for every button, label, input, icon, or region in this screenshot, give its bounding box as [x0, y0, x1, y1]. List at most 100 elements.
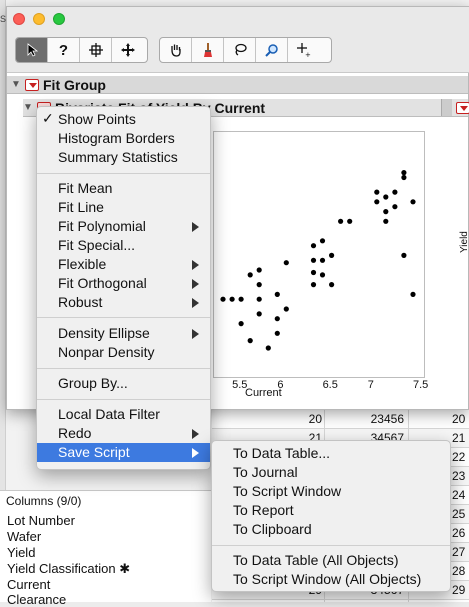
data-point[interactable]	[274, 316, 280, 322]
table-cell-extra[interactable]: 29	[452, 583, 469, 597]
data-point[interactable]	[256, 311, 262, 317]
menu-item-fit-special[interactable]: Fit Special...	[37, 236, 210, 255]
data-point[interactable]	[319, 272, 326, 278]
menu-item-fit-orthogonal[interactable]: Fit Orthogonal	[37, 274, 210, 293]
data-point[interactable]	[265, 345, 271, 351]
data-point[interactable]	[329, 282, 335, 288]
data-point[interactable]	[310, 257, 317, 263]
help-tool-icon[interactable]: ?	[48, 38, 80, 62]
minimize-window-button[interactable]	[33, 13, 45, 25]
table-cell-row-number[interactable]: 20	[252, 412, 322, 426]
data-point[interactable]	[392, 189, 398, 195]
data-point[interactable]	[229, 296, 235, 302]
table-cell-value[interactable]: 23456	[330, 412, 404, 426]
data-point[interactable]	[410, 199, 416, 205]
data-point[interactable]	[401, 170, 407, 176]
data-point[interactable]	[374, 189, 380, 195]
menu-item-save-script[interactable]: Save Script	[37, 443, 210, 462]
data-point[interactable]	[274, 330, 280, 336]
column-item-wafer[interactable]: Wafer	[7, 529, 41, 544]
data-point[interactable]	[401, 174, 407, 181]
data-point[interactable]	[374, 199, 380, 205]
brush-tool-icon[interactable]	[192, 38, 224, 62]
menu-item-histogram-borders[interactable]: Histogram Borders	[37, 129, 210, 148]
submenu-item-to-data-table[interactable]: To Data Table...	[233, 445, 330, 461]
move-tool-icon[interactable]	[112, 38, 144, 62]
data-point[interactable]	[338, 218, 344, 224]
data-point[interactable]	[319, 257, 326, 263]
zoom-window-button[interactable]	[53, 13, 65, 25]
red-triangle-menu-icon[interactable]	[25, 79, 39, 91]
menu-item-flexible[interactable]: Flexible	[37, 255, 210, 274]
table-row[interactable]: 20 23456 20	[212, 410, 469, 429]
menu-item-fit-polynomial[interactable]: Fit Polynomial	[37, 217, 210, 236]
lasso-tool-icon[interactable]	[224, 38, 256, 62]
column-item-yield-classification[interactable]: Yield Classification ✱	[7, 561, 130, 577]
disclosure-triangle-icon[interactable]: ▼	[23, 102, 33, 113]
column-item-clearance[interactable]: Clearance	[7, 592, 66, 607]
column-item-yield[interactable]: Yield	[7, 545, 35, 560]
close-window-button[interactable]	[13, 13, 25, 25]
table-cell-extra[interactable]: 24	[452, 488, 469, 502]
data-point[interactable]	[310, 243, 317, 249]
data-point[interactable]	[283, 260, 289, 266]
data-point[interactable]	[383, 218, 389, 224]
table-cell-extra[interactable]: 20	[452, 412, 469, 426]
submenu-item-to-script-window[interactable]: To Script Window	[233, 483, 341, 499]
data-point[interactable]	[256, 296, 262, 302]
data-point[interactable]	[392, 204, 398, 210]
data-point[interactable]	[247, 272, 253, 278]
menu-item-summary-statistics[interactable]: Summary Statistics	[37, 148, 210, 167]
data-point[interactable]	[310, 282, 317, 288]
menu-item-fit-line[interactable]: Fit Line	[37, 198, 210, 217]
data-point[interactable]	[383, 209, 389, 215]
table-cell-extra[interactable]: 26	[452, 526, 469, 540]
red-triangle-menu-icon[interactable]	[456, 102, 469, 114]
submenu-item-to-journal[interactable]: To Journal	[233, 464, 298, 480]
data-point[interactable]	[283, 306, 289, 312]
data-point[interactable]	[347, 218, 353, 224]
submenu-item-to-script-window-all[interactable]: To Script Window (All Objects)	[233, 571, 421, 587]
crosshair-tool-icon[interactable]	[80, 38, 112, 62]
menu-item-group-by[interactable]: Group By...	[37, 374, 210, 393]
magnifier-tool-icon[interactable]	[256, 38, 288, 62]
data-point[interactable]	[247, 338, 253, 344]
data-point[interactable]	[256, 267, 262, 273]
data-point[interactable]	[310, 269, 317, 276]
data-point[interactable]	[238, 296, 244, 302]
menu-item-density-ellipse[interactable]: Density Ellipse	[37, 324, 210, 343]
table-cell-extra[interactable]: 25	[452, 507, 469, 521]
table-cell-extra[interactable]: 27	[452, 545, 469, 559]
table-cell-extra[interactable]: 22	[452, 450, 469, 464]
disclosure-triangle-icon[interactable]: ▼	[11, 79, 21, 90]
table-cell-extra[interactable]: 23	[452, 469, 469, 483]
data-point[interactable]	[274, 291, 280, 297]
data-point[interactable]	[319, 238, 326, 244]
columns-header[interactable]: Columns (9/0)	[6, 494, 81, 508]
submenu-item-to-data-table-all[interactable]: To Data Table (All Objects)	[233, 552, 398, 568]
data-point[interactable]	[238, 321, 244, 327]
data-point[interactable]	[383, 194, 389, 200]
data-point[interactable]	[220, 296, 226, 302]
header-scroll-handle[interactable]	[441, 99, 452, 116]
submenu-item-to-clipboard[interactable]: To Clipboard	[233, 521, 312, 537]
menu-item-show-points[interactable]: ✓ Show Points	[37, 110, 210, 129]
table-cell-extra[interactable]: 28	[452, 564, 469, 578]
menu-item-robust[interactable]: Robust	[37, 293, 210, 312]
menu-item-fit-mean[interactable]: Fit Mean	[37, 179, 210, 198]
fit-group-header[interactable]: ▼ Fit Group	[7, 76, 468, 94]
column-item-lot-number[interactable]: Lot Number	[7, 513, 75, 528]
table-cell-extra[interactable]: 21	[452, 431, 469, 445]
menu-item-redo[interactable]: Redo	[37, 424, 210, 443]
scatter-plot-frame[interactable]	[213, 131, 425, 378]
submenu-item-to-report[interactable]: To Report	[233, 502, 294, 518]
data-point[interactable]	[401, 252, 407, 258]
column-item-current[interactable]: Current	[7, 577, 50, 592]
grabber-tool-icon[interactable]	[160, 38, 192, 62]
arrow-tool-icon[interactable]	[16, 38, 48, 62]
data-point[interactable]	[256, 282, 262, 288]
menu-item-nonpar-density[interactable]: Nonpar Density	[37, 343, 210, 362]
data-point[interactable]	[329, 252, 335, 258]
data-point[interactable]	[410, 291, 416, 297]
annotate-tool-icon[interactable]: +	[288, 38, 320, 62]
